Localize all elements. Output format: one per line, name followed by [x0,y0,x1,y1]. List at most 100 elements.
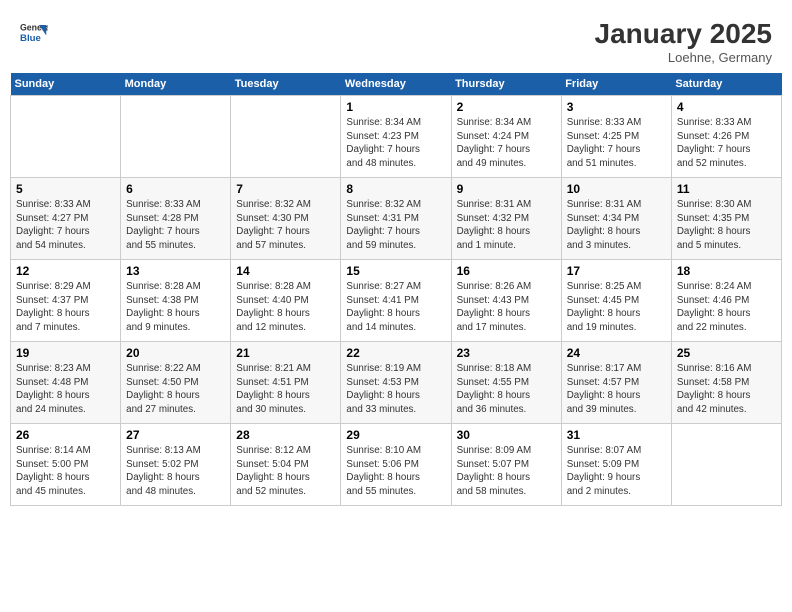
calendar-cell: 26Sunrise: 8:14 AM Sunset: 5:00 PM Dayli… [11,424,121,506]
cell-info: Sunrise: 8:34 AM Sunset: 4:24 PM Dayligh… [457,116,556,171]
cell-info: Sunrise: 8:13 AM Sunset: 5:02 PM Dayligh… [126,444,225,499]
cell-date: 7 [236,182,335,196]
calendar-cell: 5 Sunrise: 8:33 AM Sunset: 4:27 PM Daylig… [11,178,121,260]
calendar-cell [231,96,341,178]
calendar-cell: 12Sunrise: 8:29 AM Sunset: 4:37 PM Dayli… [11,260,121,342]
cell-date: 20 [126,346,225,360]
cell-info: Sunrise: 8:21 AM Sunset: 4:51 PM Dayligh… [236,362,335,417]
cell-info: Sunrise: 8:29 AM Sunset: 4:37 PM Dayligh… [16,280,115,335]
cell-info: Sunrise: 8:32 AM Sunset: 4:31 PM Dayligh… [346,198,445,253]
cell-info: Sunrise: 8:10 AM Sunset: 5:06 PM Dayligh… [346,444,445,499]
cell-date: 24 [567,346,666,360]
cell-date: 14 [236,264,335,278]
cell-date: 31 [567,428,666,442]
cell-date: 15 [346,264,445,278]
cell-date: 2 [457,100,556,114]
day-header-friday: Friday [561,73,671,96]
calendar-cell: 25Sunrise: 8:16 AM Sunset: 4:58 PM Dayli… [671,342,781,424]
calendar-title: January 2025 [595,18,772,50]
week-row-1: 1 Sunrise: 8:34 AM Sunset: 4:23 PM Daylig… [11,96,782,178]
cell-info: Sunrise: 8:19 AM Sunset: 4:53 PM Dayligh… [346,362,445,417]
cell-date: 8 [346,182,445,196]
calendar-cell [671,424,781,506]
logo-icon: General Blue [20,18,48,46]
cell-date: 19 [16,346,115,360]
cell-info: Sunrise: 8:26 AM Sunset: 4:43 PM Dayligh… [457,280,556,335]
cell-info: Sunrise: 8:22 AM Sunset: 4:50 PM Dayligh… [126,362,225,417]
calendar-cell: 14 Sunrise: 8:28 AM Sunset: 4:40 PM Dayli… [231,260,341,342]
title-block: January 2025 Loehne, Germany [595,18,772,65]
svg-text:Blue: Blue [20,33,41,44]
day-header-thursday: Thursday [451,73,561,96]
cell-date: 5 [16,182,115,196]
cell-info: Sunrise: 8:33 AM Sunset: 4:27 PM Dayligh… [16,198,115,253]
cell-date: 17 [567,264,666,278]
calendar-subtitle: Loehne, Germany [595,50,772,65]
calendar-cell: 27 Sunrise: 8:13 AM Sunset: 5:02 PM Dayli… [121,424,231,506]
cell-info: Sunrise: 8:09 AM Sunset: 5:07 PM Dayligh… [457,444,556,499]
calendar-cell: 17Sunrise: 8:25 AM Sunset: 4:45 PM Dayli… [561,260,671,342]
cell-info: Sunrise: 8:31 AM Sunset: 4:34 PM Dayligh… [567,198,666,253]
calendar-cell: 21 Sunrise: 8:21 AM Sunset: 4:51 PM Dayli… [231,342,341,424]
calendar-cell: 10 Sunrise: 8:31 AM Sunset: 4:34 PM Dayli… [561,178,671,260]
cell-info: Sunrise: 8:27 AM Sunset: 4:41 PM Dayligh… [346,280,445,335]
cell-info: Sunrise: 8:17 AM Sunset: 4:57 PM Dayligh… [567,362,666,417]
cell-info: Sunrise: 8:31 AM Sunset: 4:32 PM Dayligh… [457,198,556,253]
cell-date: 21 [236,346,335,360]
cell-date: 29 [346,428,445,442]
cell-date: 26 [16,428,115,442]
cell-date: 27 [126,428,225,442]
day-header-saturday: Saturday [671,73,781,96]
calendar-cell: 7 Sunrise: 8:32 AM Sunset: 4:30 PM Daylig… [231,178,341,260]
calendar-cell: 24 Sunrise: 8:17 AM Sunset: 4:57 PM Dayli… [561,342,671,424]
calendar-cell: 15 Sunrise: 8:27 AM Sunset: 4:41 PM Dayli… [341,260,451,342]
cell-info: Sunrise: 8:28 AM Sunset: 4:40 PM Dayligh… [236,280,335,335]
calendar-cell: 19Sunrise: 8:23 AM Sunset: 4:48 PM Dayli… [11,342,121,424]
cell-date: 11 [677,182,776,196]
calendar-cell: 31Sunrise: 8:07 AM Sunset: 5:09 PM Dayli… [561,424,671,506]
cell-date: 23 [457,346,556,360]
calendar-cell: 18 Sunrise: 8:24 AM Sunset: 4:46 PM Dayli… [671,260,781,342]
day-header-monday: Monday [121,73,231,96]
cell-info: Sunrise: 8:32 AM Sunset: 4:30 PM Dayligh… [236,198,335,253]
cell-date: 25 [677,346,776,360]
calendar-cell: 8 Sunrise: 8:32 AM Sunset: 4:31 PM Daylig… [341,178,451,260]
calendar-cell: 3 Sunrise: 8:33 AM Sunset: 4:25 PM Daylig… [561,96,671,178]
calendar-cell: 11 Sunrise: 8:30 AM Sunset: 4:35 PM Dayli… [671,178,781,260]
cell-date: 28 [236,428,335,442]
calendar-cell: 30 Sunrise: 8:09 AM Sunset: 5:07 PM Dayli… [451,424,561,506]
cell-info: Sunrise: 8:33 AM Sunset: 4:28 PM Dayligh… [126,198,225,253]
cell-date: 16 [457,264,556,278]
cell-info: Sunrise: 8:24 AM Sunset: 4:46 PM Dayligh… [677,280,776,335]
cell-date: 10 [567,182,666,196]
calendar-cell: 23 Sunrise: 8:18 AM Sunset: 4:55 PM Dayli… [451,342,561,424]
cell-date: 22 [346,346,445,360]
week-row-2: 5 Sunrise: 8:33 AM Sunset: 4:27 PM Daylig… [11,178,782,260]
cell-date: 1 [346,100,445,114]
calendar-cell: 6 Sunrise: 8:33 AM Sunset: 4:28 PM Daylig… [121,178,231,260]
cell-info: Sunrise: 8:28 AM Sunset: 4:38 PM Dayligh… [126,280,225,335]
cell-date: 30 [457,428,556,442]
cell-date: 18 [677,264,776,278]
day-header-wednesday: Wednesday [341,73,451,96]
day-header-tuesday: Tuesday [231,73,341,96]
day-header-sunday: Sunday [11,73,121,96]
cell-info: Sunrise: 8:33 AM Sunset: 4:25 PM Dayligh… [567,116,666,171]
calendar-cell [11,96,121,178]
cell-date: 9 [457,182,556,196]
week-row-3: 12Sunrise: 8:29 AM Sunset: 4:37 PM Dayli… [11,260,782,342]
calendar-table: SundayMondayTuesdayWednesdayThursdayFrid… [10,73,782,506]
cell-info: Sunrise: 8:12 AM Sunset: 5:04 PM Dayligh… [236,444,335,499]
cell-info: Sunrise: 8:18 AM Sunset: 4:55 PM Dayligh… [457,362,556,417]
cell-date: 3 [567,100,666,114]
cell-date: 6 [126,182,225,196]
calendar-cell: 29 Sunrise: 8:10 AM Sunset: 5:06 PM Dayli… [341,424,451,506]
calendar-cell: 1 Sunrise: 8:34 AM Sunset: 4:23 PM Daylig… [341,96,451,178]
cell-info: Sunrise: 8:33 AM Sunset: 4:26 PM Dayligh… [677,116,776,171]
calendar-cell: 4Sunrise: 8:33 AM Sunset: 4:26 PM Daylig… [671,96,781,178]
cell-info: Sunrise: 8:34 AM Sunset: 4:23 PM Dayligh… [346,116,445,171]
calendar-header-row: SundayMondayTuesdayWednesdayThursdayFrid… [11,73,782,96]
cell-info: Sunrise: 8:30 AM Sunset: 4:35 PM Dayligh… [677,198,776,253]
calendar-cell: 2 Sunrise: 8:34 AM Sunset: 4:24 PM Daylig… [451,96,561,178]
cell-date: 13 [126,264,225,278]
